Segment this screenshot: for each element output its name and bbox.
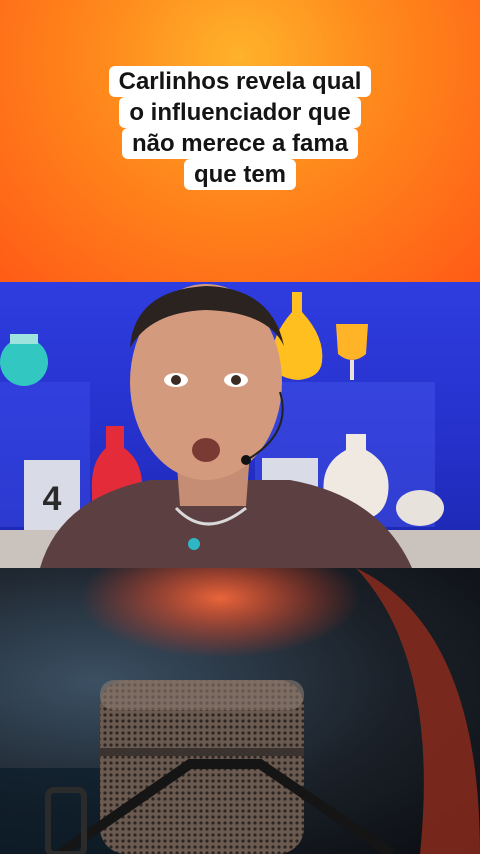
teal-jar-lid (10, 334, 38, 344)
orange-light-glow (80, 568, 360, 658)
juice-glass-stem (350, 360, 354, 380)
tv-show-frame: 4 (0, 282, 480, 568)
caption-line-2: o influenciador que (119, 97, 361, 128)
mouth (192, 438, 220, 462)
video-caption: Carlinhos revela qual o influenciador qu… (90, 66, 390, 190)
caption-line-3: não merece a fama (121, 128, 359, 159)
caption-line-4: que tem (183, 159, 296, 190)
teal-jar (0, 338, 48, 386)
left-pupil (171, 375, 181, 385)
microphone-band (100, 748, 304, 756)
tv-show-scene: 4 (0, 284, 480, 568)
red-pop-filter-edge (356, 568, 480, 854)
white-bowl (396, 490, 444, 526)
mic-tip (241, 455, 251, 465)
microphone-top-band (100, 680, 304, 710)
microphone-scene (0, 568, 480, 854)
caption-header: Carlinhos revela qual o influenciador qu… (0, 0, 480, 282)
right-pupil (231, 375, 241, 385)
number-card-label: 4 (43, 480, 62, 518)
juice-glass (336, 324, 368, 360)
pendant (188, 538, 200, 550)
caption-line-1: Carlinhos revela qual (108, 66, 372, 97)
studio-microphone-photo (0, 568, 480, 854)
